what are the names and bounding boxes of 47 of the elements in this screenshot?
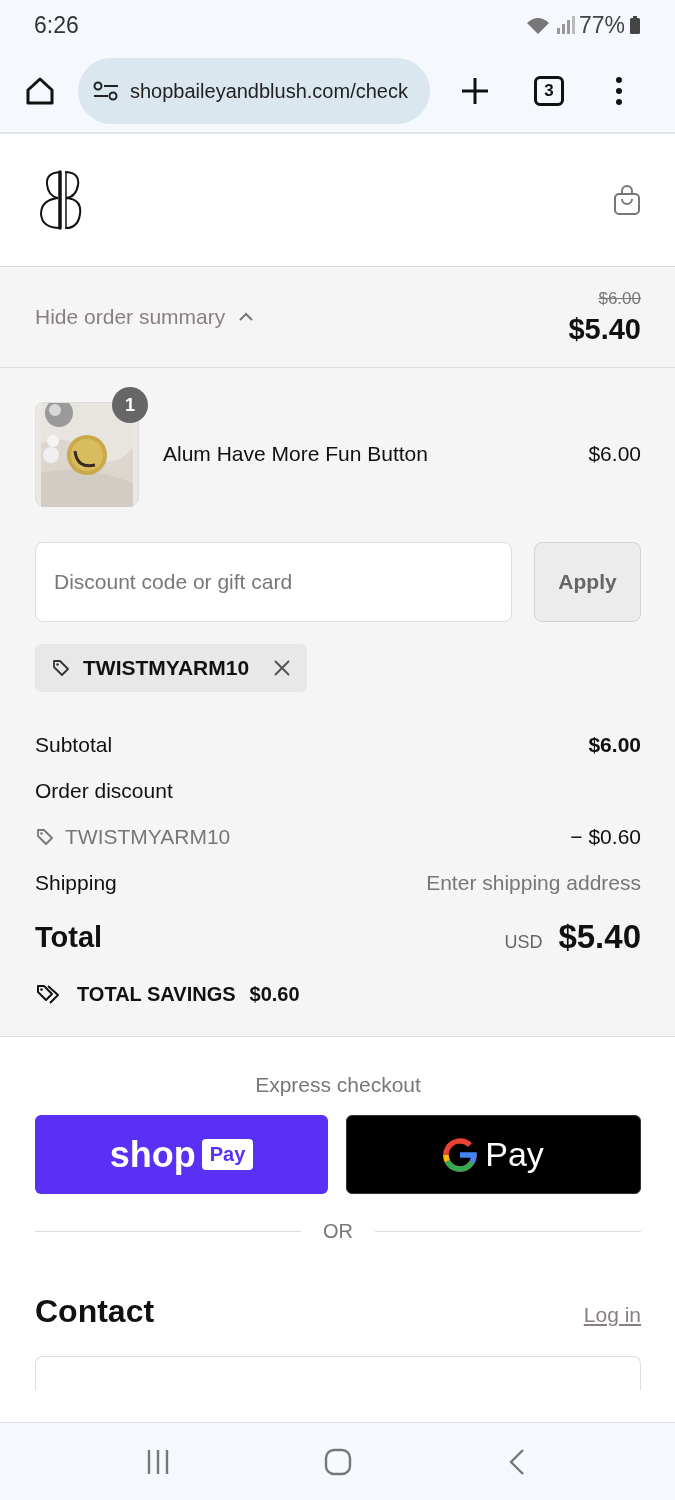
email-field[interactable] xyxy=(35,1356,641,1390)
order-summary-toggle[interactable]: Hide order summary xyxy=(35,305,254,329)
original-price: $6.00 xyxy=(598,288,641,309)
tab-count-button[interactable]: 3 xyxy=(534,76,564,106)
tag-icon xyxy=(51,658,71,678)
address-bar[interactable]: shopbaileyandblush.com/check xyxy=(78,58,430,124)
savings-label: TOTAL SAVINGS xyxy=(77,982,236,1006)
chevron-icon xyxy=(239,312,254,322)
total-amount: $5.40 xyxy=(558,918,641,956)
discount-code: TWISTMYARM10 xyxy=(83,656,250,680)
google-pay-button[interactable]: Pay xyxy=(346,1115,641,1194)
savings-amount: $0.60 xyxy=(249,982,300,1006)
battery-icon xyxy=(629,15,641,35)
signal-icon xyxy=(554,15,575,35)
new-tab-icon[interactable] xyxy=(460,76,490,106)
product-price: $6.00 xyxy=(588,442,641,466)
home-icon[interactable] xyxy=(24,75,56,107)
summary-label: Shipping xyxy=(35,871,117,895)
url-text: shopbaileyandblush.com/check xyxy=(130,79,408,103)
site-settings-icon xyxy=(92,80,120,102)
summary-value: Enter shipping address xyxy=(426,871,641,895)
log-in-link[interactable]: Log in xyxy=(583,1303,641,1327)
product-name: Alum Have More Fun Button xyxy=(163,442,429,466)
summary-label: Subtotal xyxy=(35,733,113,757)
monogram-logo-drawing[interactable] xyxy=(38,169,82,231)
summary-label: Order discount xyxy=(35,779,173,803)
currency-code: USD xyxy=(504,932,543,953)
close-icon[interactable] xyxy=(273,659,292,677)
discount-code: TWISTMYARM10 xyxy=(65,825,231,849)
divider-label: OR xyxy=(323,1220,353,1243)
home-button-icon[interactable] xyxy=(322,1446,353,1477)
total-price: $5.40 xyxy=(568,312,641,346)
total-label: Total xyxy=(35,920,103,954)
apply-button[interactable]: Apply xyxy=(534,542,641,622)
shop-pay-button[interactable]: shop Pay xyxy=(35,1115,328,1194)
tag-icon xyxy=(35,827,55,847)
summary-value: − $0.60 xyxy=(570,825,641,849)
more-menu-icon[interactable] xyxy=(614,76,624,106)
discount-code-field[interactable]: Discount code or gift card xyxy=(35,542,512,622)
battery-level: 77% xyxy=(578,11,625,39)
status-time: 6:26 xyxy=(34,11,79,39)
shopping-bag-icon[interactable] xyxy=(613,184,641,216)
quantity-badge: 1 xyxy=(112,387,148,423)
summary-value: $6.00 xyxy=(588,733,641,757)
contact-heading: Contact xyxy=(35,1293,155,1330)
google-g-icon xyxy=(443,1137,478,1172)
express-checkout-title: Express checkout xyxy=(254,1073,422,1097)
